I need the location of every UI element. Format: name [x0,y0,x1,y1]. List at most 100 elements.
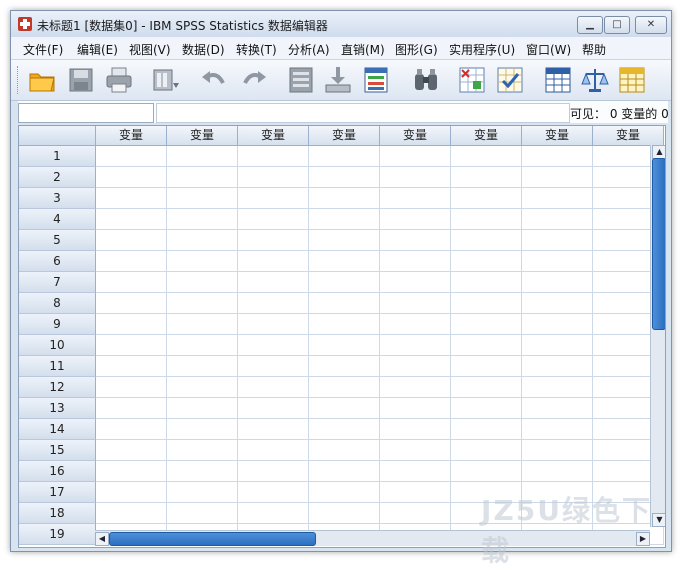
menu-direct-marketing[interactable]: 直销(M) [341,41,385,58]
weight-cases-icon[interactable] [580,65,610,95]
column-header-var[interactable]: 变量 [522,126,593,146]
row-header[interactable]: 7 [19,272,96,293]
data-cell[interactable] [167,209,238,230]
maximize-button[interactable]: □ [604,16,630,34]
data-cell[interactable] [309,503,380,524]
toolbar-grip[interactable] [17,66,21,94]
data-cell[interactable] [309,251,380,272]
data-cell[interactable] [238,293,309,314]
row-header[interactable]: 8 [19,293,96,314]
row-header[interactable]: 17 [19,482,96,503]
data-cell[interactable] [167,251,238,272]
menu-view[interactable]: 视图(V) [129,41,171,58]
data-cell[interactable] [309,146,380,167]
menu-edit[interactable]: 编辑(E) [77,41,118,58]
data-cell[interactable] [380,419,451,440]
data-cell[interactable] [380,482,451,503]
data-cell[interactable] [238,335,309,356]
save-icon[interactable] [66,65,96,95]
data-cell[interactable] [167,419,238,440]
data-cell[interactable] [167,398,238,419]
data-cell[interactable] [309,272,380,293]
data-cell[interactable] [96,461,167,482]
data-cell[interactable] [96,482,167,503]
data-cell[interactable] [238,314,309,335]
data-cell[interactable] [380,335,451,356]
data-cell[interactable] [451,167,522,188]
data-cell[interactable] [451,398,522,419]
data-cell[interactable] [451,335,522,356]
data-cell[interactable] [96,230,167,251]
variables-icon[interactable] [361,65,391,95]
menu-transform[interactable]: 转换(T) [236,41,277,58]
data-cell[interactable] [238,440,309,461]
row-header[interactable]: 5 [19,230,96,251]
data-cell[interactable] [380,461,451,482]
minimize-button[interactable]: ▁ [577,16,603,34]
data-cell[interactable] [96,188,167,209]
select-cases-icon[interactable] [617,65,647,95]
go-to-variable-icon[interactable] [323,65,353,95]
data-cell[interactable] [96,167,167,188]
data-cell[interactable] [451,146,522,167]
data-cell[interactable] [309,335,380,356]
row-header[interactable]: 3 [19,188,96,209]
open-folder-icon[interactable] [27,65,57,95]
data-cell[interactable] [522,251,593,272]
data-cell[interactable] [167,314,238,335]
data-cell[interactable] [167,272,238,293]
data-cell[interactable] [238,251,309,272]
find-icon[interactable] [411,65,441,95]
undo-icon[interactable] [199,65,229,95]
print-icon[interactable] [104,65,134,95]
data-cell[interactable] [380,314,451,335]
data-cell[interactable] [96,146,167,167]
data-cell[interactable] [167,461,238,482]
data-cell[interactable] [380,293,451,314]
data-cell[interactable] [522,419,593,440]
menu-window[interactable]: 窗口(W) [526,41,571,58]
row-header[interactable]: 14 [19,419,96,440]
data-cell[interactable] [238,419,309,440]
data-cell[interactable] [96,209,167,230]
row-header[interactable]: 19 [19,524,96,545]
data-cell[interactable] [522,272,593,293]
data-cell[interactable] [96,398,167,419]
data-cell[interactable] [309,167,380,188]
data-cell[interactable] [167,230,238,251]
data-cell[interactable] [380,440,451,461]
close-button[interactable]: ✕ [635,16,667,34]
data-cell[interactable] [96,356,167,377]
data-cell[interactable] [238,188,309,209]
horizontal-scroll-thumb[interactable] [109,532,316,546]
data-cell[interactable] [309,419,380,440]
menu-help[interactable]: 帮助 [582,41,606,58]
data-cell[interactable] [451,419,522,440]
data-cell[interactable] [522,167,593,188]
row-header[interactable]: 6 [19,251,96,272]
menu-data[interactable]: 数据(D) [182,41,225,58]
data-cell[interactable] [96,440,167,461]
data-cell[interactable] [451,461,522,482]
data-cell[interactable] [451,230,522,251]
data-cell[interactable] [522,188,593,209]
data-cell[interactable] [238,377,309,398]
data-cell[interactable] [96,419,167,440]
data-cell[interactable] [96,335,167,356]
data-cell[interactable] [380,272,451,293]
data-cell[interactable] [522,335,593,356]
row-header[interactable]: 13 [19,398,96,419]
data-cell[interactable] [380,356,451,377]
data-cell[interactable] [522,293,593,314]
insert-variable-icon[interactable] [495,65,525,95]
data-cell[interactable] [167,356,238,377]
menu-file[interactable]: 文件(F) [23,41,63,58]
data-cell[interactable] [451,293,522,314]
row-header[interactable]: 16 [19,461,96,482]
scroll-left-arrow-icon[interactable]: ◀ [95,532,109,546]
data-cell[interactable] [167,146,238,167]
menu-graphs[interactable]: 图形(G) [395,41,438,58]
insert-cases-icon[interactable] [457,65,487,95]
data-cell[interactable] [309,209,380,230]
data-cell[interactable] [309,188,380,209]
